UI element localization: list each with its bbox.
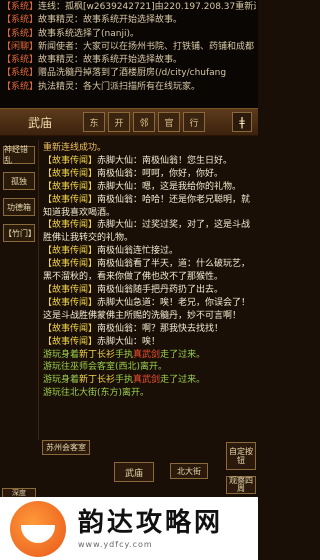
message-line: 游玩身着新丁长衫手执真武剑走了过来。 bbox=[43, 374, 254, 387]
message-line: 【故事传闻】赤脚大仙：嗯，这是我给你的礼物。 bbox=[43, 181, 254, 194]
observe-button[interactable]: 观察四周 bbox=[226, 476, 256, 494]
message-line: 【故事传闻】南极仙翁随手把丹药扔了出去。 bbox=[43, 284, 254, 297]
log-line: 【系统】故事精灵：故事系统开始选择故事。 bbox=[2, 55, 183, 66]
message-segment: 游玩身着 bbox=[43, 349, 80, 360]
message-line: 【故事传闻】南极仙翁：哈哈！还是你老兄聪明，就知道我喜欢喝酒。 bbox=[43, 194, 254, 220]
status-button[interactable]: 功德箱 bbox=[3, 198, 35, 216]
bottom-controls: 苏州会客室 自定按钮 武庙 北大街 观察四周 bbox=[38, 440, 258, 495]
message-segment: 【故事传闻】 bbox=[43, 259, 98, 270]
system-log: 【系统】连线：孤枫[w2639242721]由220.197.208.37重新连… bbox=[0, 0, 258, 108]
message-segment: 【故事传闻】 bbox=[43, 297, 98, 308]
message-segment: 南极仙翁随手把丹药扔了出去。 bbox=[97, 284, 224, 295]
brand-text: 韵达攻略网 www.ydfcy.com bbox=[78, 508, 223, 549]
custom-buttons[interactable]: 自定按钮 bbox=[226, 442, 256, 470]
status-button[interactable]: 【竹门】 bbox=[3, 224, 36, 242]
message-segment: 赤脚大仙：嗯，这是我给你的礼物。 bbox=[97, 181, 242, 192]
message-line: 【故事传闻】赤脚大仙：南极仙翁！您生日好。 bbox=[43, 155, 254, 168]
message-segment: 【故事传闻】 bbox=[43, 194, 98, 205]
message-segment: 【故事传闻】 bbox=[43, 284, 98, 295]
exit-menu-icon[interactable]: ǂ bbox=[232, 112, 252, 132]
blessing-button[interactable]: 苏州会客室 bbox=[42, 440, 90, 455]
room-name: 武庙 bbox=[27, 115, 52, 130]
message-segment: 南极仙翁连忙接过。 bbox=[97, 246, 179, 257]
message-segment: 游玩身着 bbox=[43, 375, 80, 386]
message-segment: 重新连线成功。 bbox=[43, 143, 107, 153]
log-line: 【闲聊】新闻使者：大家可以在扬州书院、打铁铺、药铺和成都 bbox=[2, 41, 255, 52]
log-line: 【系统】故事系统选择了(nanji)。 bbox=[2, 28, 139, 39]
message-segment: 游玩往北大街(东方)离开。 bbox=[43, 388, 150, 399]
message-segment: 手执 bbox=[115, 375, 134, 386]
message-line: 游玩往北大街(东方)离开。 bbox=[43, 387, 254, 400]
log-line: 【系统】执法精灵：各大门派扫描所有在线玩家。 bbox=[2, 81, 201, 92]
message-segment: 【故事传闻】 bbox=[43, 220, 98, 231]
title-button[interactable]: 官 bbox=[158, 112, 180, 132]
title-button[interactable]: 开 bbox=[108, 112, 130, 132]
message-segment: 【故事传闻】 bbox=[43, 336, 98, 347]
room-center-button[interactable]: 武庙 bbox=[114, 462, 154, 482]
message-line: 【故事传闻】南极仙翁：呵呵，你好，你好。 bbox=[43, 168, 254, 181]
message-segment: 手执 bbox=[115, 349, 134, 360]
message-area: 重新连线成功。 【故事传闻】赤脚大仙：南极仙翁！您生日好。 【故事传闻】南极仙翁：呵… bbox=[38, 140, 258, 440]
message-segment: 【故事传闻】 bbox=[43, 323, 98, 334]
message-segment: 南极仙翁：啊？那我快去找找！ bbox=[97, 323, 224, 334]
brand-logo-icon bbox=[10, 500, 66, 557]
message-line: 游玩身着新丁长衫手执真武剑走了过来。 bbox=[43, 349, 254, 362]
watermark-banner: 韵达攻略网 www.ydfcy.com bbox=[0, 497, 258, 560]
message-segment: 新丁长衫 bbox=[79, 375, 116, 386]
message-segment: 【故事传闻】 bbox=[43, 155, 98, 166]
log-line: 【系统】故事精灵：故事系统开始选择故事。 bbox=[2, 15, 183, 26]
message-segment: 赤脚大仙：南极仙翁！您生日好。 bbox=[97, 155, 233, 166]
message-segment: 南极仙翁：呵呵，你好，你好。 bbox=[97, 168, 224, 179]
log-line: 【系统】赠品洗髓丹掉落到了酒楼厨房(/d/city/chufang bbox=[2, 68, 227, 79]
message-line: 游玩往巫师会客室(西北)离开。 bbox=[43, 361, 254, 374]
message-line: 【故事传闻】南极仙翁连忙接过。 bbox=[43, 245, 254, 258]
message-segment: 新丁长衫 bbox=[79, 349, 116, 360]
title-button[interactable]: 东 bbox=[83, 112, 105, 132]
message-line: 【故事传闻】赤脚大仙急道：唉！老兄，你误会了！这是斗战胜佛蒙佛主所赐的洗髓丹，妙… bbox=[43, 297, 254, 323]
message-segment: 【故事传闻】 bbox=[43, 181, 98, 192]
log-line: 【系统】连线：孤枫[w2639242721]由220.197.208.37重新连… bbox=[2, 2, 256, 12]
title-button[interactable]: 行 bbox=[183, 112, 205, 132]
message-segment: 走了过来。 bbox=[160, 375, 206, 386]
message-segment: 真武剑 bbox=[133, 349, 161, 360]
room-title-bar: 武庙 东 开 邻 官 行 ǂ bbox=[0, 108, 258, 136]
title-button[interactable]: 邻 bbox=[133, 112, 155, 132]
message-line: 【故事传闻】南极仙翁看了半天，道：什么破玩艺，黑不溜秋的，看来你做了佛也改不了那… bbox=[43, 258, 254, 284]
status-button[interactable]: 孤独 bbox=[3, 172, 35, 190]
message-line: 【故事传闻】南极仙翁：啊？那我快去找找！ bbox=[43, 323, 254, 336]
message-segment: 赤脚大仙：唉！ bbox=[97, 336, 161, 347]
brand-name: 韵达攻略网 bbox=[78, 508, 224, 538]
exit-east-button[interactable]: 北大街 bbox=[170, 463, 208, 479]
message-line: 【故事传闻】赤脚大仙：唉！ bbox=[43, 336, 254, 349]
message-segment: 游玩往巫师会客室(西北)离开。 bbox=[43, 362, 168, 373]
message-line: 【故事传闻】赤脚大仙：过奖过奖，对了，这是斗战胜佛让我转交的礼物。 bbox=[43, 219, 254, 245]
message-segment: 真武剑 bbox=[133, 375, 161, 386]
message-line: 重新连线成功。 bbox=[43, 142, 254, 155]
message-segment: 走了过来。 bbox=[160, 349, 206, 360]
message-segment: 【故事传闻】 bbox=[43, 168, 98, 179]
brand-url: www.ydfcy.com bbox=[78, 540, 153, 549]
message-segment: 【故事传闻】 bbox=[43, 246, 98, 257]
status-button[interactable]: 神经错乱 bbox=[3, 145, 35, 165]
